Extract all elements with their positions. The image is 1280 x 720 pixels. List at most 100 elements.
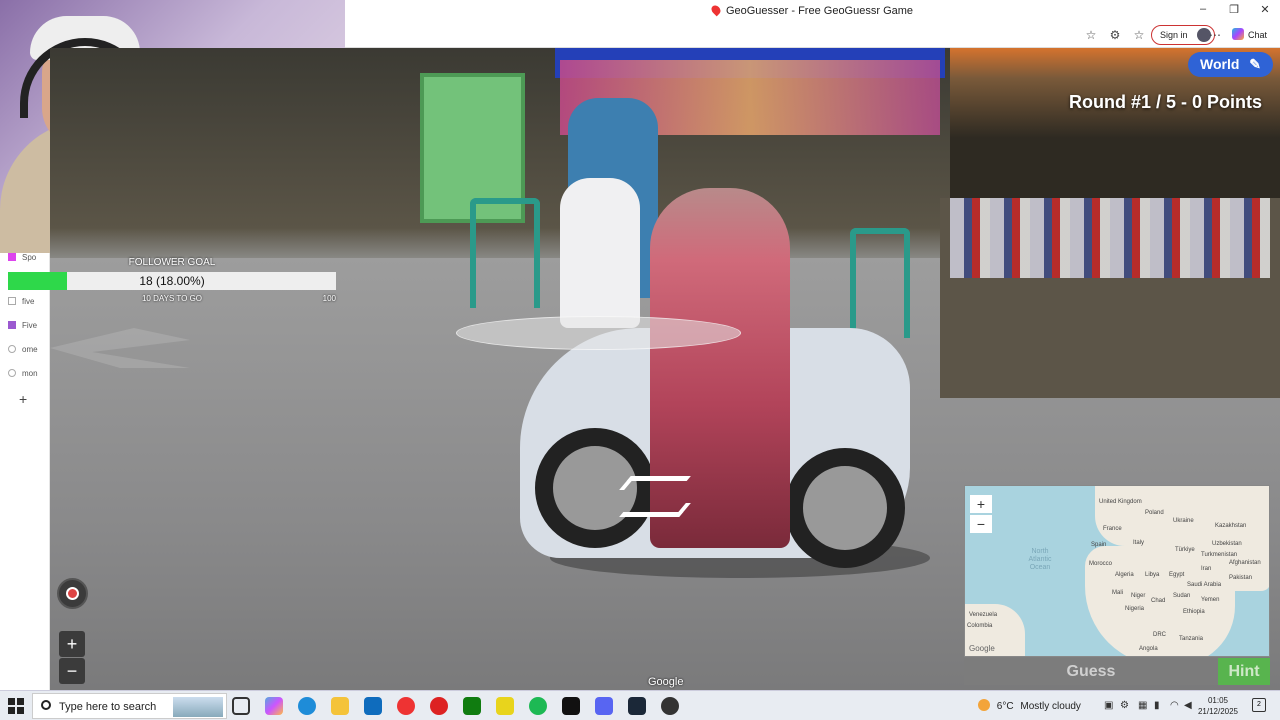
map-zoom-out-button[interactable]: − — [970, 515, 992, 533]
restore-button[interactable]: ❐ — [1219, 3, 1249, 19]
move-back-arrow[interactable] — [619, 503, 691, 517]
weather-desc: Mostly cloudy — [1020, 701, 1081, 712]
map-label: Egypt — [1169, 572, 1185, 578]
windows-icon-part — [17, 707, 24, 714]
map-label: Italy — [1133, 540, 1145, 546]
close-button[interactable]: ✕ — [1250, 3, 1280, 19]
chat-label: Chat — [1248, 30, 1268, 40]
sign-in-button[interactable]: Sign in — [1151, 25, 1215, 45]
notification-count: 2 — [1257, 701, 1261, 708]
guess-minimap[interactable]: + − North Atlantic Ocean United Kingdom … — [964, 485, 1270, 657]
street-zoom-in-button[interactable]: + — [59, 631, 85, 657]
xbox-icon[interactable] — [463, 697, 481, 715]
sidebar-item-4[interactable]: ome — [8, 345, 48, 354]
notifications-icon[interactable]: 2 — [1252, 698, 1266, 712]
map-label: Poland — [1145, 510, 1164, 516]
search-icon — [41, 700, 51, 710]
spotify-icon[interactable] — [529, 697, 547, 715]
clock-time: 01:05 — [1207, 696, 1229, 705]
network-icon[interactable]: ▣ — [1104, 700, 1113, 711]
map-label: Turkmenistan — [1201, 552, 1238, 558]
map-label: Chad — [1151, 598, 1166, 604]
map-label: Ukraine — [1173, 518, 1194, 524]
clock-date: 21/12/2025 — [1197, 707, 1239, 716]
map-label: France — [1103, 526, 1122, 532]
discord-icon[interactable] — [595, 697, 613, 715]
map-label: DRC — [1153, 632, 1166, 638]
extensions-icon[interactable]: ⚙ — [1107, 27, 1123, 43]
minimize-button[interactable]: – — [1188, 3, 1218, 19]
europe-land — [1095, 486, 1269, 546]
map-label: Afghanistan — [1229, 560, 1261, 566]
browser-sidebar: Spo five Five ome mon + — [0, 253, 50, 690]
obs-icon[interactable] — [661, 697, 679, 715]
map-label: Ethiopia — [1183, 609, 1205, 615]
tiktok-icon[interactable] — [562, 697, 580, 715]
clock[interactable]: 01:05 21/12/2025 — [1196, 695, 1240, 717]
map-label: Morocco — [1089, 561, 1113, 567]
child-passenger — [560, 178, 640, 328]
task-view-icon[interactable] — [232, 697, 250, 715]
notification-tray-icon[interactable]: ⚙ — [1120, 700, 1129, 711]
favorite-star-icon[interactable]: ☆ — [1083, 27, 1099, 43]
map-label: Kazakhstan — [1215, 523, 1247, 529]
outlook-icon[interactable] — [364, 697, 382, 715]
chat-button[interactable]: Chat — [1232, 26, 1267, 44]
map-label: Türkiye — [1175, 547, 1195, 553]
sidebar-item-3[interactable]: Five — [8, 321, 48, 330]
world-map-button[interactable]: World ✎ — [1188, 52, 1274, 77]
tab-title: GeoGuesser - Free GeoGuessr Game — [345, 3, 1280, 17]
sidebar-item-5[interactable]: mon — [8, 369, 48, 378]
battery-icon[interactable]: ▮ — [1154, 700, 1160, 711]
map-label: Uzbekistan — [1212, 541, 1242, 547]
woman-rider — [650, 188, 790, 548]
taskbar-search[interactable]: Type here to search — [32, 693, 227, 719]
map-label: Iran — [1201, 566, 1212, 572]
tab-title-text: GeoGuesser - Free GeoGuessr Game — [725, 5, 914, 17]
map-label: Pakistan — [1229, 575, 1253, 581]
map-label: Yemen — [1201, 597, 1220, 603]
chrome-icon[interactable] — [397, 697, 415, 715]
follower-goal-value: 18 (18.00%) — [139, 274, 205, 288]
windows-icon — [8, 698, 15, 705]
sign-in-label: Sign in — [1160, 30, 1188, 40]
twitch-icon — [8, 321, 16, 329]
favorites-icon[interactable]: ☆ — [1131, 27, 1147, 43]
file-explorer-icon[interactable] — [331, 697, 349, 715]
map-label: Saudi Arabia — [1187, 582, 1222, 588]
hanging-clothes — [950, 198, 1270, 278]
weather-temp: 6°C — [996, 701, 1014, 712]
copilot-icon — [1232, 28, 1244, 40]
map-label: Algeria — [1115, 572, 1134, 578]
weather-icon — [978, 699, 990, 711]
display-icon[interactable]: ▦ — [1138, 700, 1147, 711]
compass-button[interactable] — [57, 578, 88, 609]
map-zoom-in-button[interactable]: + — [970, 495, 992, 513]
compass-icon — [66, 587, 79, 600]
hint-button[interactable]: Hint — [1218, 658, 1270, 685]
edge-icon[interactable] — [298, 697, 316, 715]
wifi-icon[interactable]: ◠ — [1170, 700, 1179, 711]
more-options-icon[interactable]: ⋯ — [1207, 27, 1223, 43]
windows-taskbar: Type here to search 6°C Mostly cloudy ▣ … — [0, 690, 1280, 720]
map-label: Mali — [1112, 590, 1124, 596]
notes-icon[interactable] — [496, 697, 514, 715]
guess-button[interactable]: Guess — [964, 658, 1218, 685]
street-zoom-out-button[interactable]: − — [59, 658, 85, 684]
follower-goal-title: FOLLOWER GOAL — [128, 257, 216, 268]
steam-icon[interactable] — [628, 697, 646, 715]
weather-widget[interactable]: 6°C Mostly cloudy — [978, 699, 1081, 712]
scooter-wheel — [785, 448, 905, 568]
start-button[interactable] — [8, 698, 24, 714]
move-forward-arrow[interactable] — [619, 476, 691, 490]
opera-icon[interactable] — [430, 697, 448, 715]
map-label: Niger — [1131, 593, 1146, 599]
sidebar-add-button[interactable]: + — [19, 391, 27, 407]
taskbar-search-placeholder: Type here to search — [59, 701, 157, 713]
navigation-cursor-disc[interactable] — [456, 316, 741, 350]
world-label: World — [1200, 56, 1240, 72]
search-icon — [8, 345, 16, 353]
volume-icon[interactable]: ◀ — [1184, 700, 1192, 711]
copilot-app-icon[interactable] — [265, 697, 283, 715]
search-highlight-image — [173, 697, 223, 717]
